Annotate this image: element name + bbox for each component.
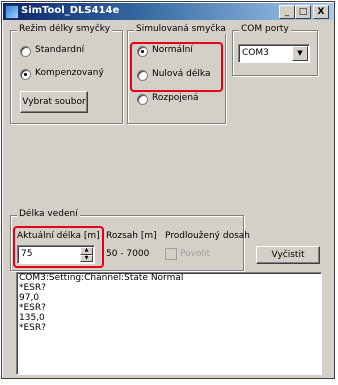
range-label: Rozsah [m] [106, 231, 157, 241]
com-port-value: COM3 [242, 48, 269, 58]
log-line: COM3:Setting:Channel:State Normal [19, 273, 184, 283]
radio-zero-length-circle[interactable] [137, 70, 148, 81]
log-line: *ESR? [19, 303, 46, 313]
app-icon [5, 5, 19, 19]
radio-normal-circle[interactable] [137, 46, 148, 57]
radio-standard-label: Standardní [35, 45, 85, 55]
current-length-value: 75 [21, 249, 33, 259]
stepper-buttons: ▲ ▼ [80, 247, 93, 262]
maximize-button[interactable]: □ [295, 5, 311, 19]
log-line: *ESR? [19, 323, 46, 333]
radio-normal-label: Normální [152, 45, 193, 55]
simulated-loop-group-label: Simulovaná smyčka [134, 24, 228, 34]
current-length-stepper[interactable]: 75 ▲ ▼ [17, 245, 95, 264]
extended-reach-label: Prodloužený dosah [165, 231, 250, 241]
loop-mode-group-label: Režim délky smyčky [17, 24, 113, 34]
allow-label: Povolit [180, 249, 210, 259]
radio-zero-length-label: Nulová délka [152, 69, 211, 79]
loop-mode-group: Režim délky smyčky Standardní Kompenzova… [10, 24, 123, 124]
minimize-button[interactable]: _ [279, 5, 295, 19]
radio-compensated-circle[interactable] [20, 69, 31, 80]
radio-standard-circle[interactable] [20, 46, 31, 57]
title-bar[interactable]: SimTool_DLS414e _ □ X [3, 3, 333, 20]
log-line: *ESR? [19, 283, 46, 293]
com-port-select[interactable]: COM3 ▼ [238, 44, 310, 63]
radio-compensated-label: Kompenzovaný [35, 68, 104, 78]
simulated-loop-group: Simulovaná smyčka Normální Nulová délka … [127, 24, 228, 124]
close-button[interactable]: X [313, 5, 329, 19]
choose-file-button[interactable]: Vybrat soubor [20, 91, 88, 113]
stepper-down-icon[interactable]: ▼ [80, 254, 93, 262]
radio-open-circle[interactable] [137, 94, 148, 105]
com-ports-group-label: COM porty [239, 24, 291, 34]
allow-checkbox[interactable] [165, 248, 177, 260]
app-window: SimTool_DLS414e _ □ X Režim délky smyčky… [1, 1, 335, 379]
range-value: 50 - 7000 [106, 249, 150, 259]
log-textarea[interactable]: COM3:Setting:Channel:State Normal *ESR? … [16, 272, 322, 375]
clear-button[interactable]: Vyčistit [256, 246, 320, 264]
stepper-up-icon[interactable]: ▲ [80, 247, 93, 255]
log-line: 135,0 [19, 313, 45, 323]
log-line: 97,0 [19, 293, 40, 303]
current-length-label: Aktuální délka [m] [17, 231, 100, 241]
radio-open-label: Rozpojená [152, 93, 199, 103]
com-ports-group: COM porty COM3 ▼ [232, 24, 318, 76]
chevron-down-icon[interactable]: ▼ [292, 46, 308, 61]
window-title: SimTool_DLS414e [21, 5, 120, 16]
line-length-group-label: Délka vedení [17, 209, 80, 219]
